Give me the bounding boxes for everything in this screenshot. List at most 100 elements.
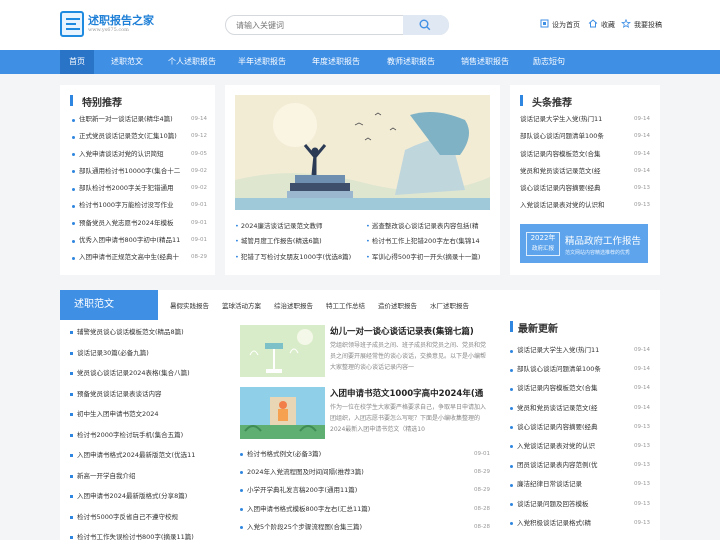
list-item[interactable]: 谈话记录内容模板范文(合集 09-14 [520,146,650,163]
list-item[interactable]: 谈心谈话记录内容摘要(经典 09-13 [510,418,650,437]
hero-link[interactable]: • 检讨书工作上犯错200字左右(集锦14 [366,234,490,249]
list-item[interactable]: 预备党员入党志愿书2024年模板 09-01 [72,215,207,232]
article-summary: 党组织领导班子成员之间、班子成员和党员之间、党员和党员之间要开展经常性的谈心谈话… [330,342,487,371]
site-domain: www.ys675.com [88,27,129,33]
search-box [225,15,449,35]
list-item[interactable]: 住职新一对一谈话记录(精华4篇) 09-14 [72,111,207,128]
set-home-label: 设为首页 [552,21,580,29]
hero-link[interactable]: • 2024廉洁谈话记录范文教师 [235,219,359,234]
promo-title: 精品政府工作报告 [565,236,642,247]
header: 述职报告之家 www.ys675.com 设为首页 收藏 我要投稿 [0,0,720,50]
list-item[interactable]: 入团申请书格式2024最新版范文(优选11 [70,445,230,466]
category-tab[interactable]: 造价述职报告 [378,290,417,320]
hero-link[interactable]: • 犯错了写检讨女朋友1000字(优选8篇) [235,250,359,265]
article-title[interactable]: 幼儿一对一谈心谈话记录表(集锦七篇) [330,325,474,337]
category-tab[interactable]: 篮球活动方案 [222,290,261,320]
category-tab[interactable]: 水厂述职报告 [430,290,469,320]
list-item[interactable]: 优秀入团申请书800字初中(精品11 09-01 [72,232,207,249]
list-item[interactable]: 正式党员谈话记录范文(汇集10篇) 09-12 [72,128,207,145]
list-item[interactable]: 入党谈话记录表对党的认识和 09-13 [520,197,650,214]
latest-list: 谈话记录大学生入党(热门11 09-14 部队谈心谈话问题清单100条 09-14 … [510,341,650,533]
search-button[interactable] [403,15,449,35]
latest-title: 最新更新 [518,324,558,335]
article-summary: 作为一位在校学生大家要严格要求自己，争取早日申请加入团组织，入团志愿书要怎么写呢… [330,404,487,433]
list-item[interactable]: 部队通用检讨书10000字(集合十二 09-02 [72,163,207,180]
article-thumbnail [240,387,325,439]
nav-teacher[interactable]: 教师述职报告 [378,50,444,74]
submit-link[interactable]: 我要投稿 [621,19,662,31]
list-item[interactable]: 小学开学典礼发言稿200字(通用11篇) 08-29 [240,481,490,499]
hero-link[interactable]: • 军训心得500字初一开头(摘录十一篇) [366,250,490,265]
headlines-title: 头条推荐 [532,98,572,109]
nav-quotes[interactable]: 励志短句 [526,50,572,74]
favorite-link[interactable]: 收藏 [588,19,615,31]
category-tab[interactable]: 特工工作总结 [326,290,365,320]
list-item[interactable]: 团员谈话记录表内容范例(优 09-13 [510,456,650,475]
list-item[interactable]: 初中生入团申请书范文2024 [70,404,230,425]
list-item[interactable]: 入党申请谈话对党的认识简短 09-05 [72,146,207,163]
search-icon [419,19,431,31]
promo-banner[interactable]: 2022年 政府汇报 精品政府工作报告 范文网站内容精选推荐的优秀 [520,224,648,263]
featured-list: 住职新一对一谈话记录(精华4篇) 09-14 正式党员谈话记录范文(汇集10篇) 0… [72,111,207,267]
nav-annual[interactable]: 年度述职报告 [304,50,368,74]
list-item[interactable]: 入党谈话记录表对党的认识 09-13 [510,437,650,456]
list-item[interactable]: 部队检讨书2000字关于犯错通用 09-02 [72,180,207,197]
category-title[interactable]: 述职范文 [60,290,158,320]
set-home-link[interactable]: 设为首页 [540,19,580,31]
list-item[interactable]: 检讨书2000字检讨玩手机(集合五篇) [70,425,230,446]
list-item[interactable]: 谈话记录问题及回答模板 09-13 [510,495,650,514]
promo-subtitle: 范文网站内容精选推荐的优秀 [565,250,631,256]
featured-article[interactable]: 入团申请书范文1000字高中2024年(通 作为一位在校学生大家要严格要求自己，… [240,387,495,442]
favorite-label: 收藏 [601,21,615,29]
nav-sales[interactable]: 销售述职报告 [452,50,518,74]
hero-banner-image[interactable] [235,95,490,210]
submit-label: 我要投稿 [634,21,662,29]
category-left-list: 辅警党员谈心谈话模板范文(精品8篇) 谈话记录30篇(必备九篇) 党员谈心谈话记… [70,322,230,540]
nav-home[interactable]: 首页 [60,50,94,74]
featured-article[interactable]: 幼儿一对一谈心谈话记录表(集锦七篇) 党组织领导班子成员之间、班子成员和党员之间… [240,325,495,380]
list-item[interactable]: 预备党员谈话记录表谈话内容 [70,384,230,405]
category-tab[interactable]: 暑假实践报告 [170,290,209,320]
logo-doc-icon [60,11,84,37]
list-item[interactable]: 检讨书工作失误检讨书800字(摘录11篇) [70,527,230,540]
article-title[interactable]: 入团申请书范文1000字高中2024年(通 [330,387,483,399]
list-item[interactable]: 辅警党员谈心谈话模板范文(精品8篇) [70,322,230,343]
category-tab[interactable]: 综治述职报告 [274,290,313,320]
list-item[interactable]: 入团申请书正规范文高中生(经典十 08-29 [72,249,207,266]
home-page-icon [540,19,549,28]
nav-template[interactable]: 述职范文 [100,50,154,74]
star-icon [621,19,631,28]
site-logo[interactable]: 述职报告之家 www.ys675.com [60,11,180,39]
nav-half-year[interactable]: 半年述职报告 [230,50,294,74]
hero-link[interactable]: • 城管月度工作报告(精选6篇) [235,234,359,249]
list-item[interactable]: 谈话记录30篇(必备九篇) [70,343,230,364]
list-item[interactable]: 检讨书5000字反省自己不遵守校规 [70,507,230,528]
list-item[interactable]: 入团申请书2024最新版格式(分享8篇) [70,486,230,507]
promo-year-box: 2022年 政府汇报 [526,232,560,256]
list-item[interactable]: 廉洁纪律日常谈话记录 09-13 [510,475,650,494]
main-nav: 首页 述职范文 个人述职报告 半年述职报告 年度述职报告 教师述职报告 销售述职… [0,50,720,74]
list-item[interactable]: 检讨书1000字万能检讨没写作业 09-01 [72,197,207,214]
category-mid-list: 检讨书格式例文(必备3篇) 09-01 2024年入党流程图及时间间隔(推荐3篇)… [240,445,490,536]
list-item[interactable]: 谈话记录大学生入党(热门11 09-14 [520,111,650,128]
list-item[interactable]: 党员和党员谈话记录范文(经 09-14 [520,163,650,180]
list-item[interactable]: 新高一开学自我介绍 [70,466,230,487]
list-item[interactable]: 谈话记录大学生入党(热门11 09-14 [510,341,650,360]
list-item[interactable]: 党员和党员谈话记录范文(经 09-14 [510,399,650,418]
list-item[interactable]: 党员谈心谈话记录2024表格(集合八篇) [70,363,230,384]
list-item[interactable]: 2024年入党流程图及时间间隔(推荐3篇) 08-29 [240,463,490,481]
list-item[interactable]: 部队谈心谈话问题清单100条 09-14 [520,128,650,145]
list-item[interactable]: 谈话记录内容模板范文(合集 09-14 [510,379,650,398]
list-item[interactable]: 入党积极谈话记录格式(精 09-13 [510,514,650,533]
list-item[interactable]: 入团申请书格式模板800字左右(汇总11篇) 08-28 [240,500,490,518]
list-item[interactable]: 入党5个阶段25个步骤流程图(合集三篇) 08-28 [240,518,490,536]
list-item[interactable]: 检讨书格式例文(必备3篇) 09-01 [240,445,490,463]
list-item[interactable]: 部队谈心谈话问题清单100条 09-14 [510,360,650,379]
nav-personal[interactable]: 个人述职报告 [160,50,224,74]
hero-link[interactable]: • 巡查整改谈心谈话记录表内容包括(精 [366,219,490,234]
house-icon [588,19,598,28]
article-thumbnail [240,325,325,377]
search-input[interactable] [236,19,396,32]
featured-title: 特别推荐 [82,98,122,109]
list-item[interactable]: 谈心谈话记录内容摘要(经典 09-13 [520,180,650,197]
